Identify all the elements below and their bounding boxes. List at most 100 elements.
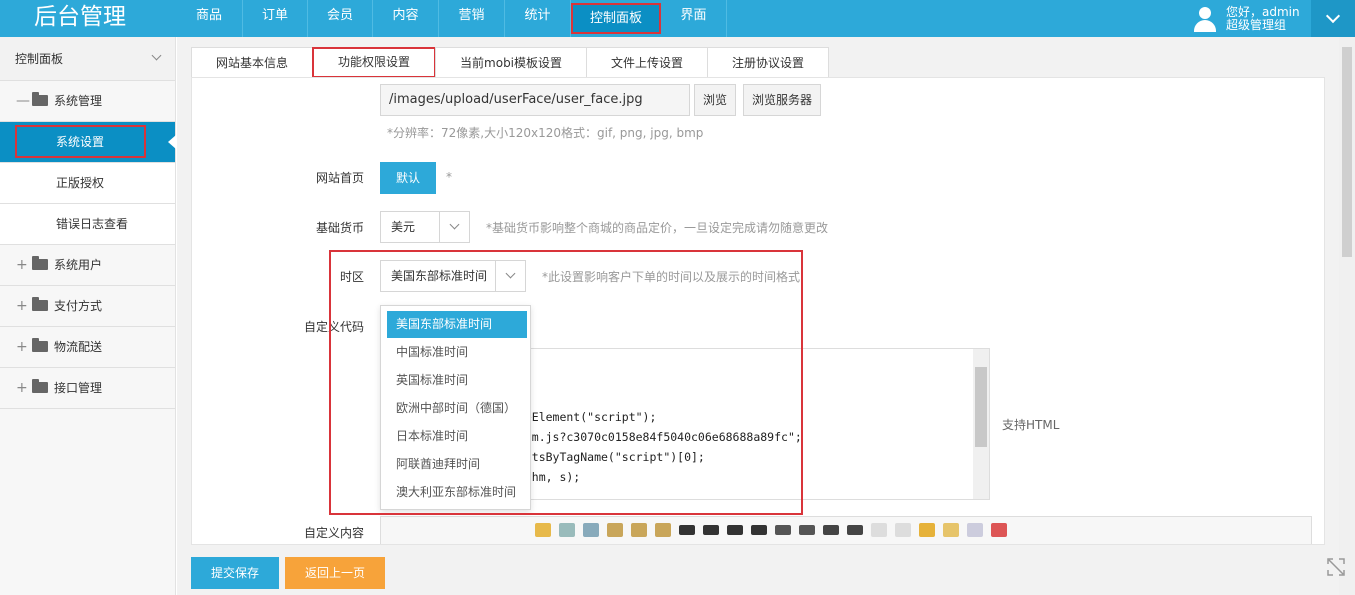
nav-item-control-panel[interactable]: 控制面板 <box>571 3 661 34</box>
folder-icon <box>32 297 48 311</box>
sidebar-group-system-management[interactable]: — 系统管理 <box>0 81 175 122</box>
timezone-select[interactable]: 美国东部标准时间 <box>380 260 526 292</box>
homepage-default-button[interactable]: 默认 <box>380 162 436 194</box>
back-button[interactable]: 返回上一页 <box>285 557 385 589</box>
expand-icon: + <box>16 380 28 396</box>
tab-mobi-template[interactable]: 当前mobi模板设置 <box>435 47 588 78</box>
avatar-hint: *分辨率：72像素,大小120x120格式：gif, png, jpg, bmp <box>387 126 704 140</box>
browse-server-button[interactable]: 浏览服务器 <box>743 84 822 116</box>
cut-icon[interactable] <box>559 523 575 537</box>
sidebar-header[interactable]: 控制面板 <box>0 37 175 81</box>
folder-icon <box>32 379 48 393</box>
settings-panel: /images/upload/userFace/user_face.jpg 浏览… <box>191 77 1325 545</box>
timezone-option[interactable]: 日本标准时间 <box>387 423 527 450</box>
submit-save-button[interactable]: 提交保存 <box>191 557 279 589</box>
timezone-option[interactable]: 澳大利亚东部标准时间 <box>387 479 527 506</box>
code-icon[interactable] <box>535 523 551 537</box>
custom-content-label: 自定义内容 <box>303 526 364 540</box>
folder-icon <box>32 338 48 352</box>
timezone-select-value: 美国东部标准时间 <box>391 269 488 283</box>
ordered-list-icon[interactable] <box>775 525 791 535</box>
sidebar-group-label: 接口管理 <box>54 381 103 395</box>
timezone-option[interactable]: 欧洲中部时间（德国） <box>387 395 527 422</box>
sidebar-group-label: 系统用户 <box>54 258 103 272</box>
currency-select-value: 美元 <box>391 220 416 234</box>
paste-word-icon[interactable] <box>655 523 671 537</box>
user-menu[interactable]: 您好，admin 超级管理组 <box>1192 0 1355 37</box>
select-all-icon[interactable] <box>967 523 983 537</box>
expand-icon: + <box>16 298 28 314</box>
sidebar-item-license[interactable]: 正版授权 <box>0 163 175 204</box>
top-navbar: 后台管理 商品 订单 会员 内容 营销 统计 控制面板 界面 您好，admin … <box>0 0 1355 37</box>
timezone-option[interactable]: 英国标准时间 <box>387 367 527 394</box>
align-justify-icon[interactable] <box>751 525 767 535</box>
sidebar-group-logistics[interactable]: + 物流配送 <box>0 327 175 368</box>
expand-icon: + <box>16 257 28 273</box>
clear-format-icon[interactable] <box>919 523 935 537</box>
required-asterisk: * <box>446 170 452 184</box>
timezone-option[interactable]: 美国东部标准时间 <box>387 311 527 338</box>
nav-item-marketing[interactable]: 营销 <box>439 0 505 37</box>
tab-permission-settings[interactable]: 功能权限设置 <box>312 47 437 78</box>
main-content: 网站基本信息 功能权限设置 当前mobi模板设置 文件上传设置 注册协议设置 /… <box>177 37 1339 595</box>
code-line: mentsByTagName("script")[0]; <box>511 450 705 464</box>
unordered-list-icon[interactable] <box>799 525 815 535</box>
timezone-option[interactable]: 中国标准时间 <box>387 339 527 366</box>
custom-code-label: 自定义代码 <box>303 320 364 334</box>
avatar-path-input[interactable]: /images/upload/userFace/user_face.jpg <box>380 84 690 116</box>
custom-code-hint: 支持HTML <box>1002 418 1060 432</box>
nav-item-orders[interactable]: 订单 <box>243 0 308 37</box>
sidebar-item-error-log[interactable]: 错误日志查看 <box>0 204 175 245</box>
timezone-hint: *此设置影响客户下单的时间以及展示的时间格式 <box>542 270 801 284</box>
subscript-icon[interactable] <box>871 523 887 537</box>
tab-site-basic-info[interactable]: 网站基本信息 <box>191 47 314 78</box>
nav-item-members[interactable]: 会员 <box>308 0 373 37</box>
resize-icon[interactable] <box>1325 556 1347 578</box>
browse-button[interactable]: 浏览 <box>694 84 737 116</box>
timezone-label: 时区 <box>339 270 364 284</box>
collapse-icon: — <box>16 93 30 109</box>
nav-item-interface[interactable]: 界面 <box>661 0 727 37</box>
sidebar-group-api[interactable]: + 接口管理 <box>0 368 175 409</box>
highlight-box <box>15 125 146 158</box>
nav-item-content[interactable]: 内容 <box>373 0 439 37</box>
align-left-icon[interactable] <box>679 525 695 535</box>
timezone-option[interactable]: 阿联酋迪拜时间 <box>387 451 527 478</box>
align-right-icon[interactable] <box>727 525 743 535</box>
user-avatar-icon <box>1192 6 1218 32</box>
currency-select[interactable]: 美元 <box>380 211 470 243</box>
sidebar-item-label: 正版授权 <box>56 176 105 190</box>
sidebar-group-label: 支付方式 <box>54 299 103 313</box>
nav-item-stats[interactable]: 统计 <box>505 0 571 37</box>
copy-icon[interactable] <box>583 523 599 537</box>
outdent-icon[interactable] <box>847 525 863 535</box>
nav-item-products[interactable]: 商品 <box>176 0 243 37</box>
folder-icon <box>32 256 48 270</box>
paste-icon[interactable] <box>607 523 623 537</box>
tab-registration-agreement[interactable]: 注册协议设置 <box>707 47 830 78</box>
sidebar-group-system-users[interactable]: + 系统用户 <box>0 245 175 286</box>
quick-format-icon[interactable] <box>943 523 959 537</box>
paste-text-icon[interactable] <box>631 523 647 537</box>
chevron-down-icon[interactable] <box>1311 0 1355 37</box>
scrollbar-thumb[interactable] <box>975 367 987 447</box>
sidebar-item-system-settings[interactable]: 系统设置 <box>0 122 176 163</box>
homepage-label: 网站首页 <box>315 171 364 185</box>
currency-hint: *基础货币影响整个商城的商品定价，一旦设定完成请勿随意更改 <box>486 221 829 235</box>
indent-icon[interactable] <box>823 525 839 535</box>
align-center-icon[interactable] <box>703 525 719 535</box>
fullscreen-icon[interactable] <box>991 523 1007 537</box>
user-role: 超级管理组 <box>1226 17 1287 32</box>
sidebar: 控制面板 — 系统管理 系统设置 正版授权 错误日志查看 + 系统用户 + 支付方式 … <box>0 37 176 595</box>
page-scrollbar[interactable] <box>1339 37 1355 595</box>
superscript-icon[interactable] <box>895 523 911 537</box>
scrollbar-thumb[interactable] <box>1342 47 1352 257</box>
textarea-scrollbar[interactable] <box>973 349 989 499</box>
timezone-dropdown: 美国东部标准时间 中国标准时间 英国标准时间 欧洲中部时间（德国） 日本标准时间… <box>380 305 531 510</box>
sidebar-item-label: 错误日志查看 <box>56 217 129 231</box>
rich-text-editor[interactable] <box>380 516 1312 544</box>
folder-icon <box>32 92 48 106</box>
editor-toolbar-row-1 <box>531 523 1011 537</box>
tab-upload-settings[interactable]: 文件上传设置 <box>586 47 709 78</box>
sidebar-group-payment[interactable]: + 支付方式 <box>0 286 175 327</box>
